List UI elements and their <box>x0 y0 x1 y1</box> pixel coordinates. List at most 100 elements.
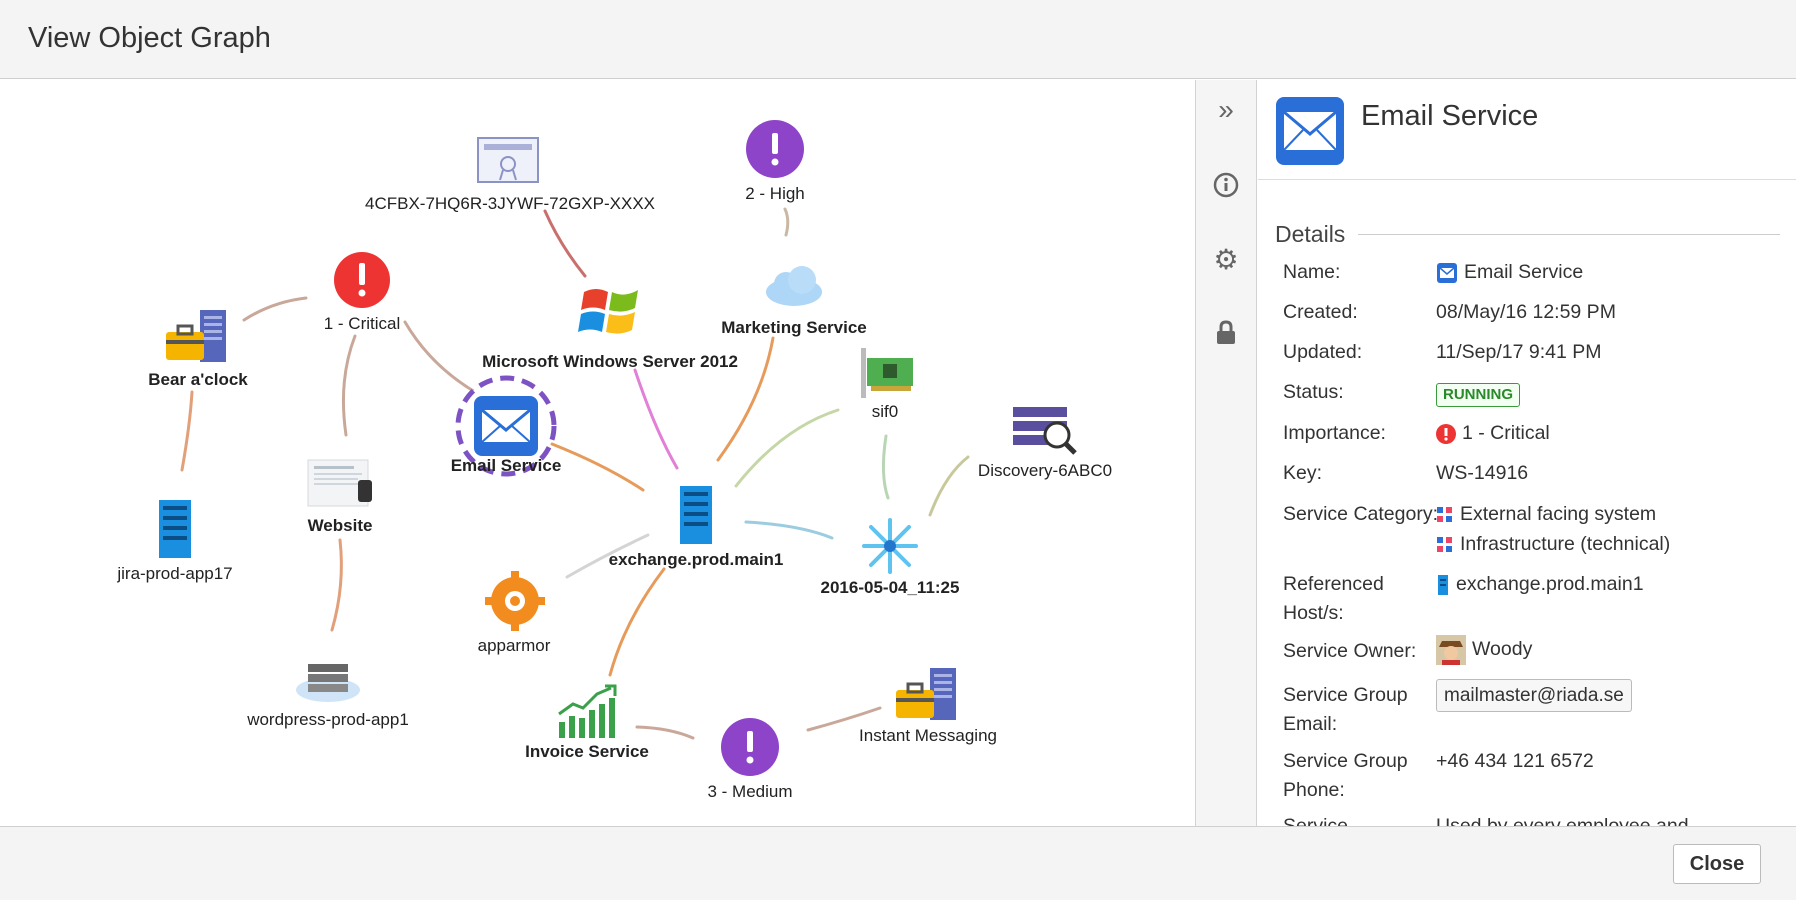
service-group-email-value[interactable]: mailmaster@riada.se <box>1436 679 1632 712</box>
briefcase-building-icon <box>166 310 226 362</box>
dialog-footer: Close <box>0 826 1796 900</box>
referenced-hosts-value[interactable]: exchange.prod.main1 <box>1436 570 1644 599</box>
certificate-icon <box>477 137 539 183</box>
node-label: 2016-05-04_11:25 <box>820 578 960 597</box>
name-value: Email Service <box>1436 258 1583 287</box>
host-link[interactable]: exchange.prod.main1 <box>1456 573 1644 595</box>
node-label: apparmor <box>477 636 551 655</box>
service-category-value-1: External facing system <box>1436 500 1656 529</box>
service-description-value: Used by every employee and <box>1436 815 1689 826</box>
dialog-header: View Object Graph <box>0 0 1796 79</box>
edge-sif0-exchange <box>734 408 840 488</box>
scan-burst-icon <box>862 518 918 574</box>
details-title: Email Service <box>1361 100 1539 132</box>
service-group-phone-value: +46 434 121 6572 <box>1436 750 1594 772</box>
node-exchange-prod-main1[interactable]: exchange.prod.main1 <box>609 484 783 574</box>
edge-license-windows <box>543 209 587 278</box>
node-jira-prod-app17[interactable]: jira-prod-app17 <box>117 498 233 583</box>
critical-alert-icon <box>334 252 390 308</box>
category-grid-icon <box>1437 506 1452 522</box>
edge-exchange-scan <box>744 520 834 540</box>
details-panel: Email Service Details Name: Email Servic… <box>1258 80 1796 826</box>
updated-label: Updated: <box>1283 341 1363 363</box>
node-label: sif0 <box>871 402 899 421</box>
node-sif0[interactable]: sif0 <box>845 348 925 428</box>
node-discovery[interactable]: Discovery-6ABC0 <box>978 405 1112 485</box>
windows-logo-icon <box>578 289 638 334</box>
network-card-icon <box>861 348 913 398</box>
gear-package-icon <box>485 571 545 631</box>
owner-name: Woody <box>1472 638 1533 661</box>
email-link[interactable]: mailmaster@riada.se <box>1436 679 1632 712</box>
node-priority-high[interactable]: 2 - High <box>735 120 815 210</box>
info-icon[interactable] <box>1210 169 1242 201</box>
cloud-icon <box>766 266 822 306</box>
priority-medium-icon <box>721 718 779 776</box>
node-label: Marketing Service <box>721 318 867 337</box>
node-priority-medium[interactable]: 3 - Medium <box>707 718 793 808</box>
name-label: Name: <box>1283 261 1341 283</box>
edge-email-exchange <box>550 442 645 492</box>
object-graph-canvas[interactable]: 4CFBX-7HQ6R-3JYWF-72GXP-XXXX 2 - High 1 … <box>0 80 1195 826</box>
node-label: Website <box>307 516 373 535</box>
edge-windows-exchange <box>633 368 679 470</box>
edge-critical-bear <box>242 296 308 322</box>
view-object-graph-dialog: View Object Graph 4CFBX-7HQ6R-3JYWF-72GX… <box>0 0 1796 900</box>
node-license[interactable]: 4CFBX-7HQ6R-3JYWF-72GXP-XXXX <box>365 136 655 236</box>
edge-sif0-scan <box>881 434 890 500</box>
created-label: Created: <box>1283 301 1358 323</box>
info-glyph <box>1213 172 1239 198</box>
close-button[interactable]: Close <box>1673 844 1761 884</box>
node-scan-2016-05-04[interactable]: 2016-05-04_11:25 <box>821 516 959 606</box>
node-label: 4CFBX-7HQ6R-3JYWF-72GXP-XXXX <box>364 194 656 213</box>
cloud-server-icon <box>296 664 360 702</box>
service-description-label: Service <box>1283 815 1349 826</box>
service-group-email-label: Service Group Email: <box>1283 681 1408 739</box>
double-chevron-right-icon[interactable]: » <box>1210 94 1242 126</box>
key-value: WS-14916 <box>1436 462 1529 484</box>
envelope-icon <box>1276 97 1344 165</box>
priority-high-icon <box>746 120 804 178</box>
node-wordpress-prod-app1[interactable]: wordpress-prod-app1 <box>247 660 409 740</box>
node-website[interactable]: Website <box>300 458 380 548</box>
edge-discovery-scan <box>928 455 970 517</box>
node-bear-aclock[interactable]: Bear a'clock <box>148 308 248 408</box>
node-priority-critical[interactable]: 1 - Critical <box>322 252 402 342</box>
label-line: Service Group <box>1283 684 1408 706</box>
edge-critical-website <box>341 334 357 437</box>
node-label: Microsoft Windows Server 2012 <box>482 352 738 371</box>
node-instant-messaging[interactable]: Instant Messaging <box>859 666 997 756</box>
envelope-icon <box>1437 262 1457 283</box>
node-windows-server[interactable]: Microsoft Windows Server 2012 <box>482 280 738 380</box>
service-category-label: Service Category: <box>1283 503 1438 525</box>
gear-icon[interactable]: ⚙ <box>1210 243 1242 275</box>
dialog-title: View Object Graph <box>28 22 271 54</box>
lock-glyph <box>1217 320 1235 344</box>
node-label: jira-prod-app17 <box>117 564 233 583</box>
node-label: 1 - Critical <box>323 314 401 333</box>
label-line: Email: <box>1283 713 1338 735</box>
node-apparmor[interactable]: apparmor <box>474 570 554 660</box>
node-invoice-service[interactable]: Invoice Service <box>525 684 649 774</box>
service-category-value-2: Infrastructure (technical) <box>1436 530 1670 559</box>
avatar <box>1436 635 1466 665</box>
node-label: Bear a'clock <box>148 370 248 389</box>
status-badge: RUNNING <box>1436 383 1520 407</box>
node-label: wordpress-prod-app1 <box>247 710 409 729</box>
lock-icon[interactable] <box>1210 317 1242 349</box>
status-value: RUNNING <box>1436 379 1520 408</box>
referenced-hosts-label: Referenced Host/s: <box>1283 570 1384 628</box>
server-icon <box>159 500 191 558</box>
category-grid-icon <box>1437 536 1452 552</box>
server-icon <box>1438 574 1448 595</box>
server-icon <box>680 486 712 544</box>
key-label: Key: <box>1283 462 1323 484</box>
created-value: 08/May/16 12:59 PM <box>1436 301 1616 323</box>
importance-text: 1 - Critical <box>1462 422 1550 444</box>
label-line: Host/s: <box>1283 602 1344 624</box>
edge-website-wordpress <box>330 538 343 632</box>
service-owner-value[interactable]: Woody <box>1436 635 1532 665</box>
node-label: Invoice Service <box>525 742 649 761</box>
node-marketing-service[interactable]: Marketing Service <box>721 260 867 350</box>
node-email-service[interactable]: Email Service <box>451 374 561 478</box>
